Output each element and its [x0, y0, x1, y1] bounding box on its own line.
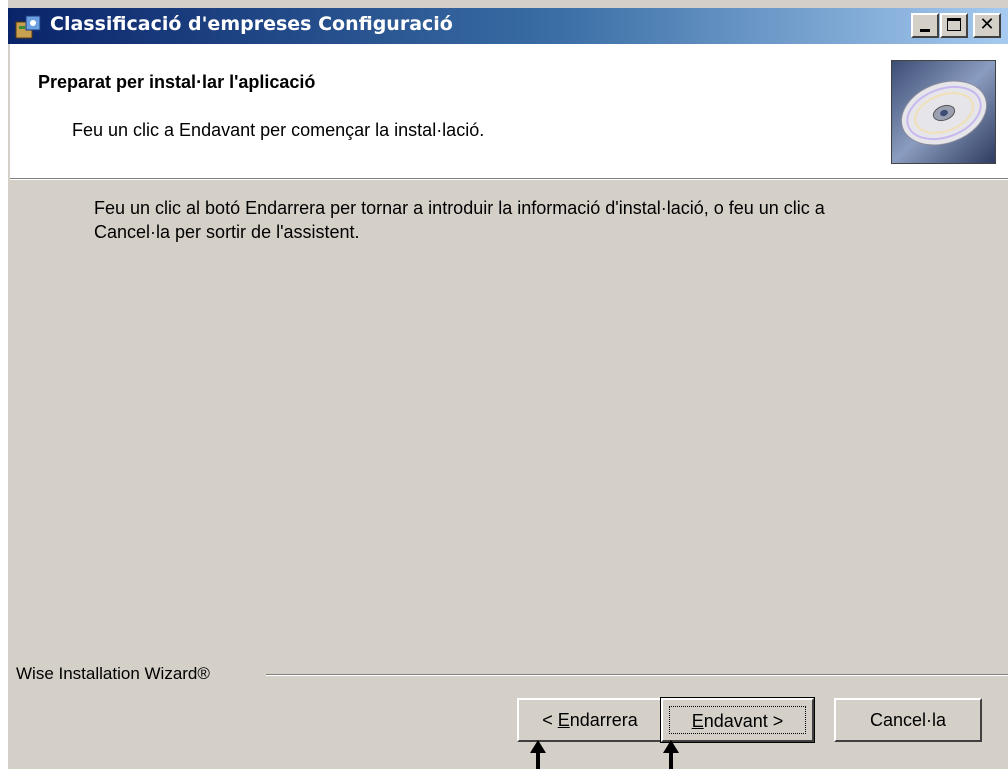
- cd-disc-icon: [891, 60, 996, 164]
- minimize-icon: [920, 29, 930, 32]
- next-button-accel: E: [691, 711, 704, 731]
- header-panel: Preparat per instal·lar l'aplicació Feu …: [10, 44, 1008, 178]
- back-button-label: ndarrera: [569, 710, 638, 730]
- next-button[interactable]: Endavant >: [660, 697, 815, 743]
- up-arrow-icon: [530, 740, 546, 769]
- maximize-button[interactable]: [940, 13, 968, 38]
- installer-window: Classificació d'empreses Configuració ✕ …: [8, 0, 1008, 769]
- page-subtitle: Feu un clic a Endavant per començar la i…: [72, 120, 485, 140]
- installer-app-icon: [15, 15, 41, 39]
- close-button[interactable]: ✕: [973, 13, 1001, 38]
- back-button[interactable]: < Endarrera: [517, 698, 663, 742]
- wizard-brand-label: Wise Installation Wizard®: [16, 664, 210, 683]
- header-divider: [10, 178, 1008, 180]
- next-button-label: ndavant >: [703, 711, 784, 731]
- focus-rect: Endavant >: [669, 706, 806, 734]
- close-icon: ✕: [979, 14, 995, 35]
- up-arrow-icon: [663, 740, 679, 769]
- footer-divider: [266, 674, 1008, 676]
- page-title: Preparat per instal·lar l'aplicació: [38, 72, 316, 92]
- back-button-accel: E: [557, 710, 570, 730]
- maximize-icon: [947, 18, 961, 31]
- window-title: Classificació d'empreses Configuració: [50, 13, 453, 35]
- minimize-button[interactable]: [911, 13, 939, 38]
- title-bar[interactable]: Classificació d'empreses Configuració ✕: [8, 8, 1008, 44]
- cancel-button[interactable]: Cancel·la: [834, 698, 982, 742]
- instructions-text: Feu un clic al botó Endarrera per tornar…: [94, 198, 825, 242]
- back-button-prefix: <: [542, 710, 558, 730]
